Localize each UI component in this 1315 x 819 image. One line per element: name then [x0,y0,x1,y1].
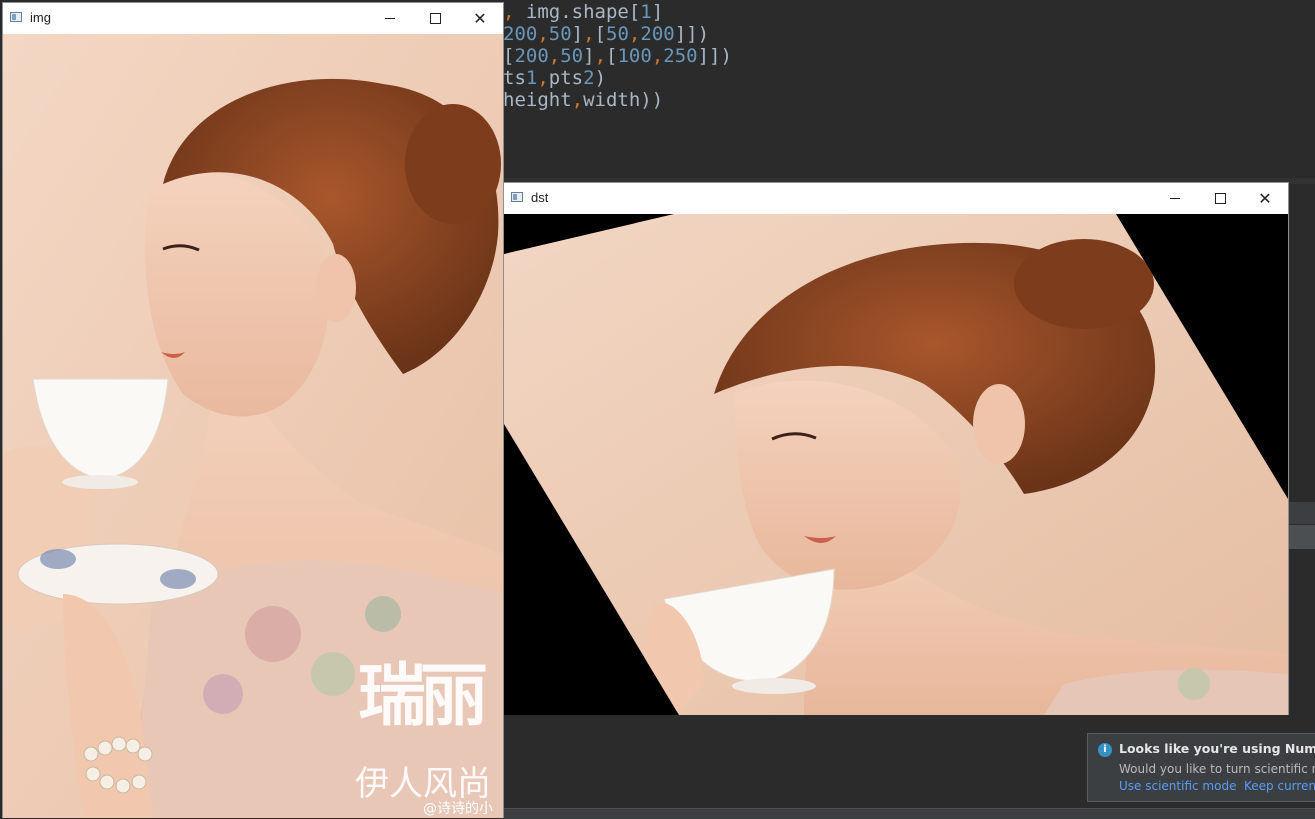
dst-window-titlebar[interactable]: dst ✕ [504,183,1288,213]
notification-body: Would you like to turn scientific m [1119,762,1315,776]
watermark-handle: @诗诗的小 [423,801,493,817]
code-line-1[interactable]: , img.shape[1] [503,1,663,23]
img-window-title: img [30,10,51,25]
dst-window-title: dst [531,190,549,205]
code-line-3[interactable]: [200,50],[100,250]]) [503,45,732,67]
keep-current-layout-link[interactable]: Keep curren [1244,779,1315,793]
watermark-brand: 瑞丽 [358,657,488,736]
status-bar [503,808,1315,819]
close-icon[interactable]: ✕ [457,3,503,33]
img-window[interactable]: img ✕ 瑞丽 伊人风尚 @诗诗的小 [2,2,504,818]
code-line-2[interactable]: 200,50],[50,200]]) [503,23,709,45]
img-window-titlebar[interactable]: img ✕ [3,3,503,33]
tool-window-strip [1288,502,1315,524]
maximize-icon[interactable] [412,3,458,33]
use-scientific-mode-link[interactable]: Use scientific mode [1119,779,1236,793]
tool-window-selected [1288,525,1315,549]
info-icon: i [1098,743,1112,757]
dst-photo [504,214,1288,715]
maximize-icon[interactable] [1197,183,1243,213]
window-app-icon [511,192,523,202]
numpy-notification: i Looks like you're using NumPy Would yo… [1087,733,1315,802]
code-line-5[interactable]: height,width)) [503,89,663,111]
close-icon[interactable]: ✕ [1242,183,1288,213]
code-line-4[interactable]: ts1,pts2) [503,67,606,89]
notification-title: Looks like you're using NumPy [1119,741,1315,756]
window-app-icon [10,12,22,22]
minimize-icon[interactable] [367,3,413,33]
img-photo: 瑞丽 伊人风尚 @诗诗的小 [3,34,503,818]
minimize-icon[interactable] [1152,183,1198,213]
dst-window[interactable]: dst ✕ [503,182,1289,715]
